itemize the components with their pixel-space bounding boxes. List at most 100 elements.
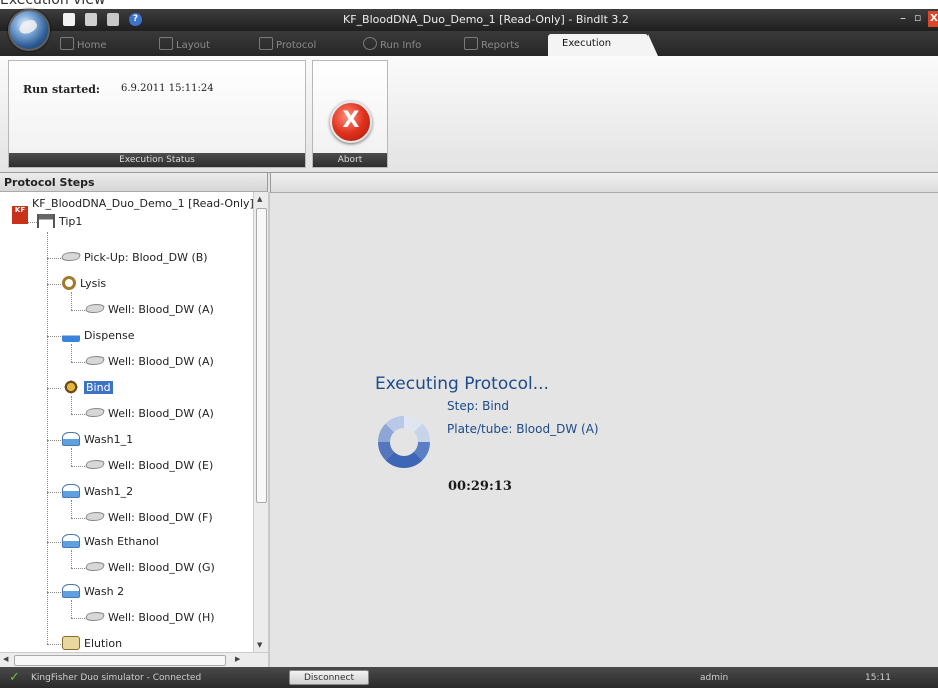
abort-button[interactable]: X <box>330 101 372 143</box>
elapsed-time: 00:29:13 <box>448 479 512 494</box>
tab-run-info[interactable]: Run Info <box>363 37 421 51</box>
tree-node-tip1[interactable]: Tip1 <box>37 214 82 230</box>
tab-reports[interactable]: Reports <box>464 37 519 51</box>
status-clock: 15:11 <box>865 673 891 683</box>
tree-connector <box>47 336 61 337</box>
plate-icon <box>84 356 106 365</box>
tree-connector <box>71 466 85 467</box>
window-title: KF_BloodDNA_Duo_Demo_1 [Read-Only] - Bin… <box>343 13 629 26</box>
protocol-steps-header: Protocol Steps <box>0 173 268 192</box>
tree-connector <box>71 310 85 311</box>
kingfisher-duo-icon: KF <box>12 206 28 224</box>
scroll-thumb[interactable] <box>256 208 267 503</box>
tree-node-dispense[interactable]: Dispense <box>62 328 134 344</box>
close-button[interactable]: X <box>928 11 938 27</box>
plate-icon <box>84 460 106 469</box>
scroll-right-arrow-icon[interactable]: ▶ <box>235 655 240 663</box>
abort-group: X Abort <box>312 60 388 168</box>
abort-group-label: Abort <box>313 153 387 167</box>
tree-node-well[interactable]: Well: Blood_DW (G) <box>84 560 215 576</box>
new-file-icon[interactable] <box>63 13 75 26</box>
wash-icon <box>62 584 80 598</box>
tree-node-well[interactable]: Well: Blood_DW (F) <box>84 510 213 526</box>
tree-connector <box>71 600 72 618</box>
status-bar: ✓ KingFisher Duo simulator - Connected D… <box>0 667 938 688</box>
application-menu-orb[interactable] <box>8 9 50 51</box>
protocol-icon <box>259 37 273 50</box>
tree-connector <box>71 518 85 519</box>
tab-home[interactable]: Home <box>60 37 107 51</box>
wash-icon <box>62 534 80 548</box>
plate-icon <box>84 408 106 417</box>
tree-root-protocol[interactable]: KF KF_BloodDNA_Duo_Demo_1 [Read-Only] <box>12 196 253 224</box>
protocol-steps-tree[interactable]: KF KF_BloodDNA_Duo_Demo_1 [Read-Only] Tip… <box>0 192 254 652</box>
ribbon-panel: Run started: 6.9.2011 15:11:24 Execution… <box>0 56 938 173</box>
caption-text: Execution view <box>0 0 106 8</box>
tab-layout[interactable]: Layout <box>159 37 210 51</box>
tab-protocol[interactable]: Protocol <box>259 37 316 51</box>
home-icon <box>60 37 74 50</box>
plate-icon <box>84 612 106 621</box>
tree-node-well[interactable]: Well: Blood_DW (A) <box>84 406 214 422</box>
tip-comb-icon <box>37 214 55 228</box>
scroll-down-arrow-icon[interactable]: ▼ <box>257 641 262 649</box>
tree-connector <box>47 644 61 645</box>
wash-icon <box>62 432 80 446</box>
executing-title: Executing Protocol... <box>375 374 549 394</box>
tree-connector <box>71 568 85 569</box>
document-caption: Execution view <box>0 0 938 9</box>
tree-connector <box>47 592 61 593</box>
tab-execution[interactable]: Execution <box>548 34 658 56</box>
tree-node-well[interactable]: Well: Blood_DW (A) <box>84 302 214 318</box>
minimize-button[interactable]: – <box>900 11 906 25</box>
tree-connector <box>47 388 61 389</box>
tree-node-well[interactable]: Well: Blood_DW (E) <box>84 458 213 474</box>
scroll-thumb[interactable] <box>14 655 226 666</box>
tree-node-lysis[interactable]: Lysis <box>62 276 106 292</box>
open-file-icon[interactable] <box>85 13 97 26</box>
plate-icon <box>84 562 106 571</box>
window-controls: – ▫ X <box>898 11 938 29</box>
tree-node-well[interactable]: Well: Blood_DW (H) <box>84 610 215 626</box>
current-plate: Plate/tube: Blood_DW (A) <box>447 422 599 436</box>
tree-connector <box>71 292 72 310</box>
wash-icon <box>62 484 80 498</box>
tree-node-pick-up[interactable]: Pick-Up: Blood_DW (B) <box>60 250 208 266</box>
pane-splitter[interactable] <box>268 192 270 667</box>
save-icon[interactable] <box>107 13 119 26</box>
help-icon[interactable]: ? <box>129 13 142 26</box>
lysis-icon <box>62 276 76 290</box>
ribbon-tab-bar: Home Layout Protocol Run Info Reports Ex… <box>0 31 938 56</box>
disconnect-button[interactable]: Disconnect <box>289 670 369 685</box>
tree-connector <box>71 618 85 619</box>
tree-node-wash-ethanol[interactable]: Wash Ethanol <box>62 534 159 550</box>
execution-status-group: Run started: 6.9.2011 15:11:24 Execution… <box>8 60 306 168</box>
tree-horizontal-scrollbar[interactable]: ◀ ▶ <box>0 652 268 668</box>
info-icon <box>363 37 377 50</box>
tree-node-bind[interactable]: Bind <box>62 380 113 396</box>
dispense-icon <box>62 328 80 342</box>
abort-x-icon: X <box>342 108 360 133</box>
scroll-left-arrow-icon[interactable]: ◀ <box>3 655 8 663</box>
tree-connector <box>71 448 72 466</box>
run-started-value: 6.9.2011 15:11:24 <box>121 83 214 94</box>
execution-status-group-label: Execution Status <box>9 153 305 167</box>
tree-connector <box>71 550 72 568</box>
connected-check-icon: ✓ <box>9 670 20 685</box>
progress-spinner-icon <box>377 415 431 469</box>
tree-node-wash1-2[interactable]: Wash1_2 <box>62 484 133 500</box>
tree-node-wash1-1[interactable]: Wash1_1 <box>62 432 133 448</box>
tree-connector <box>71 344 72 362</box>
tree-node-well[interactable]: Well: Blood_DW (A) <box>84 354 214 370</box>
tree-connector <box>47 232 48 644</box>
layout-icon <box>159 37 173 50</box>
tree-connector <box>47 542 61 543</box>
tree-node-wash-2[interactable]: Wash 2 <box>62 584 124 600</box>
plate-icon <box>60 252 82 261</box>
execution-pane-header <box>270 173 938 193</box>
scroll-up-arrow-icon[interactable]: ▲ <box>257 195 262 203</box>
tree-node-elution[interactable]: Elution <box>62 636 122 652</box>
plate-icon <box>84 304 106 313</box>
tree-vertical-scrollbar[interactable]: ▲ ▼ <box>253 192 269 652</box>
maximize-button[interactable]: ▫ <box>914 11 921 24</box>
